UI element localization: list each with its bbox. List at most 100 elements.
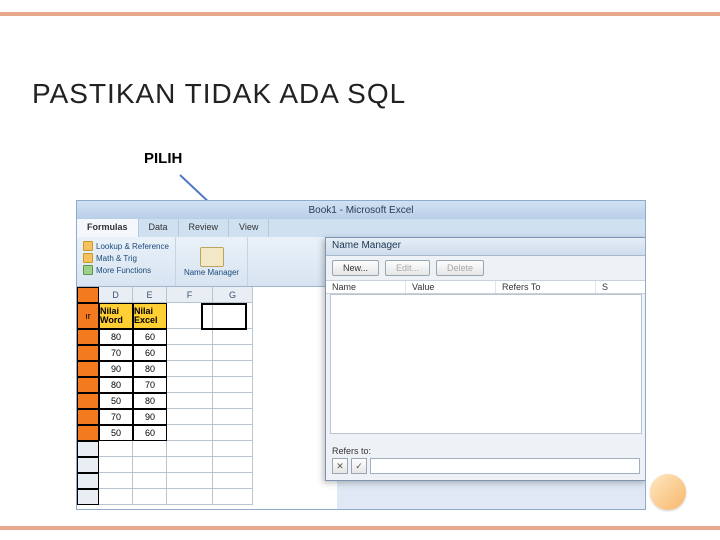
math-label[interactable]: Math & Trig [96,254,137,263]
cell[interactable] [133,457,167,473]
cell[interactable] [133,473,167,489]
row-header[interactable] [77,409,99,425]
row-header[interactable] [77,377,99,393]
ribbon-group-functions: Lookup & Reference Math & Trig More Func… [77,237,176,286]
more-label[interactable]: More Functions [96,266,151,275]
cell[interactable]: 80 [133,361,167,377]
cell[interactable] [213,441,253,457]
cell[interactable]: 80 [99,377,133,393]
col-header-f[interactable]: F [167,287,213,303]
ribbon-tabs: Formulas Data Review View [77,219,645,237]
cell[interactable] [133,489,167,505]
row-header [77,287,99,303]
row-header[interactable] [77,489,99,505]
col-value[interactable]: Value [406,281,496,293]
cell[interactable] [213,329,253,345]
cell[interactable] [167,425,213,441]
col-header-e[interactable]: E [133,287,167,303]
cell[interactable] [213,361,253,377]
cell[interactable] [133,441,167,457]
dialog-title: Name Manager [326,238,646,256]
row-header[interactable] [77,441,99,457]
names-list[interactable] [330,294,642,434]
cell[interactable] [99,489,133,505]
cell[interactable] [213,409,253,425]
cell[interactable] [213,473,253,489]
tab-data[interactable]: Data [139,219,179,237]
cell[interactable] [213,425,253,441]
cell[interactable] [99,473,133,489]
cell[interactable]: 50 [99,393,133,409]
col-scope[interactable]: S [596,281,646,293]
math-icon [83,253,93,263]
cell[interactable]: 80 [133,393,167,409]
slide-bubble-decor [650,474,686,510]
name-manager-icon [200,247,224,267]
cell[interactable]: 60 [133,425,167,441]
cell[interactable] [99,457,133,473]
worksheet[interactable]: D E F G ır Nilai Word Nilai Excel 806070… [77,287,337,509]
cell[interactable]: 50 [99,425,133,441]
cell[interactable] [213,345,253,361]
lookup-label[interactable]: Lookup & Reference [96,242,169,251]
edit-button[interactable]: Edit... [385,260,430,276]
refers-to-section: Refers to: ✕ ✓ [332,446,640,474]
row-header[interactable]: ır [77,303,99,329]
cell[interactable]: 60 [133,345,167,361]
row-header[interactable] [77,345,99,361]
cell[interactable] [213,457,253,473]
row-header[interactable] [77,473,99,489]
lookup-icon [83,241,93,251]
cell[interactable]: 80 [99,329,133,345]
tab-view[interactable]: View [229,219,269,237]
refers-to-input[interactable] [370,458,640,474]
name-manager-label: Name Manager [184,269,239,277]
delete-button[interactable]: Delete [436,260,484,276]
cell[interactable] [167,329,213,345]
row-header[interactable] [77,361,99,377]
cell[interactable]: 70 [99,345,133,361]
cell[interactable] [167,361,213,377]
cell[interactable] [167,409,213,425]
row-header[interactable] [77,457,99,473]
name-manager-dialog: Name Manager New... Edit... Delete Name … [325,237,646,481]
annotation-pilih: PILIH [144,150,182,167]
cell[interactable] [167,457,213,473]
cell[interactable] [213,377,253,393]
cell[interactable] [167,441,213,457]
cell[interactable] [167,489,213,505]
header-cell[interactable]: Nilai Excel [133,303,167,329]
col-header-d[interactable]: D [99,287,133,303]
col-refersto[interactable]: Refers To [496,281,596,293]
cell[interactable]: 70 [99,409,133,425]
window-titlebar: Book1 - Microsoft Excel [77,201,645,219]
cell[interactable]: 70 [133,377,167,393]
col-name[interactable]: Name [326,281,406,293]
cell[interactable] [213,393,253,409]
col-header-g[interactable]: G [213,287,253,303]
dialog-toolbar: New... Edit... Delete [326,256,646,280]
tab-review[interactable]: Review [179,219,230,237]
header-cell[interactable]: Nilai Word [99,303,133,329]
new-button[interactable]: New... [332,260,379,276]
more-icon [83,265,93,275]
cell[interactable] [167,345,213,361]
row-header[interactable] [77,329,99,345]
cell[interactable] [167,393,213,409]
cell[interactable] [213,489,253,505]
tab-formulas[interactable]: Formulas [77,219,139,237]
slide-title: PASTIKAN TIDAK ADA SQL [32,78,406,110]
excel-window: Book1 - Microsoft Excel Formulas Data Re… [76,200,646,510]
dialog-columns: Name Value Refers To S [326,280,646,294]
cell[interactable]: 90 [99,361,133,377]
cell[interactable] [99,441,133,457]
cell[interactable]: 60 [133,329,167,345]
cancel-ref-icon[interactable]: ✕ [332,458,348,474]
cell[interactable] [167,377,213,393]
row-header[interactable] [77,393,99,409]
cell[interactable] [167,473,213,489]
cell[interactable]: 90 [133,409,167,425]
row-header[interactable] [77,425,99,441]
name-manager-button[interactable]: Name Manager [176,237,248,286]
accept-ref-icon[interactable]: ✓ [351,458,367,474]
